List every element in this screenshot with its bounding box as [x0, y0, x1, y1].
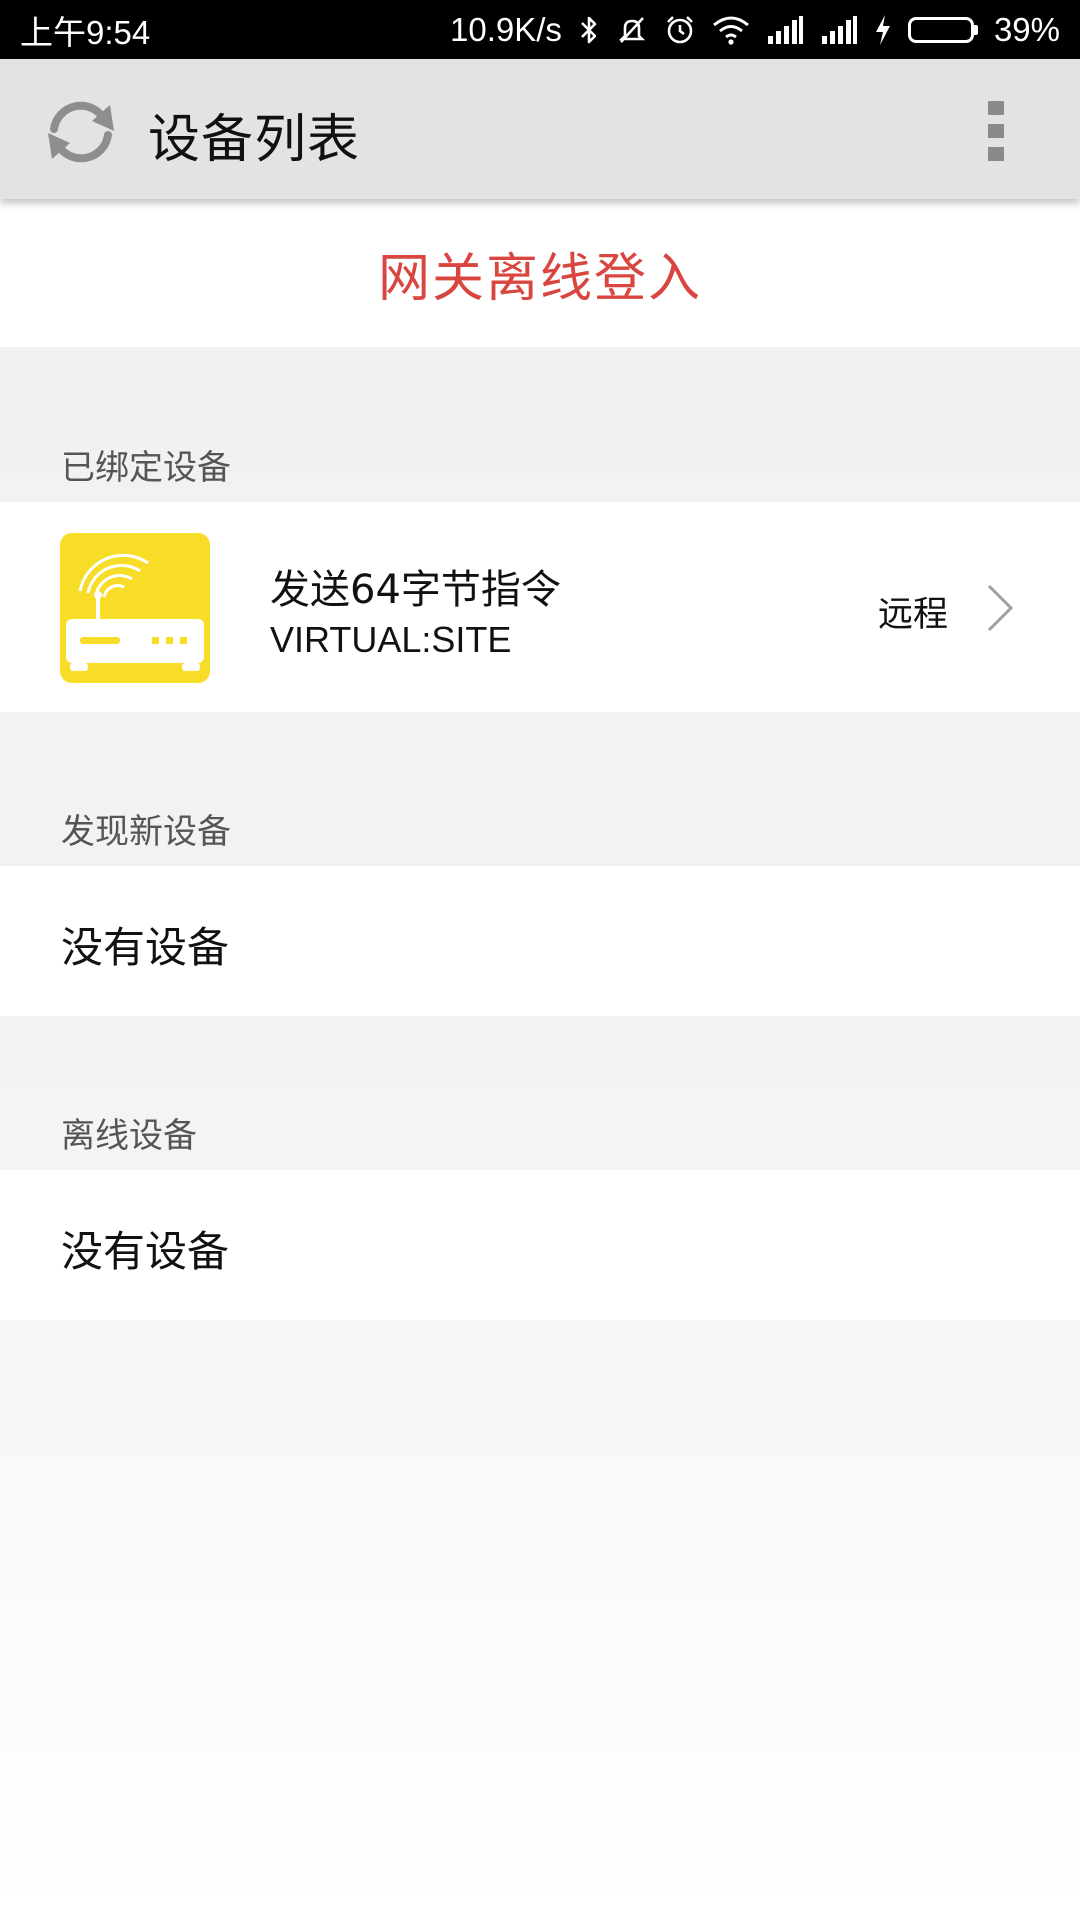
more-vert-icon[interactable]: [988, 101, 1006, 161]
section-header-offline: 离线设备: [61, 1116, 197, 1156]
chevron-right-icon: [985, 582, 1015, 634]
signal-icon: [820, 15, 858, 44]
section-header-bound: 已绑定设备: [61, 448, 231, 488]
empty-state-text: 没有设备: [61, 1227, 230, 1276]
device-mode-label: 远程: [878, 595, 949, 635]
mute-icon: [616, 14, 648, 46]
device-name: 发送64字节指令: [270, 567, 561, 613]
charging-icon: [874, 14, 892, 46]
app-bar: 设备列表: [0, 59, 1080, 199]
refresh-icon[interactable]: [38, 99, 124, 165]
router-icon: [60, 533, 210, 683]
new-devices-list: 没有设备: [0, 866, 1080, 1016]
gateway-offline-login-button[interactable]: 网关离线登入: [0, 199, 1080, 347]
wifi-icon: [712, 15, 750, 45]
bluetooth-icon: [578, 14, 600, 46]
battery-icon: [907, 16, 978, 43]
battery-percent: 39%: [993, 10, 1060, 48]
status-time: 上午9:54: [20, 13, 151, 51]
device-row[interactable]: 发送64字节指令 VIRTUAL:SITE 远程: [0, 502, 1080, 712]
page-title: 设备列表: [148, 110, 361, 170]
section-header-new: 发现新设备: [61, 812, 231, 852]
signal-icon: [766, 15, 804, 44]
offline-devices-list: 没有设备: [0, 1170, 1080, 1320]
empty-state-text: 没有设备: [61, 923, 230, 972]
net-speed: 10.9K/s: [450, 10, 562, 48]
device-id: VIRTUAL:SITE: [270, 619, 512, 660]
status-bar: 上午9:54 10.9K/s 39%: [0, 0, 1080, 59]
alarm-icon: [664, 14, 696, 46]
status-indicators: 10.9K/s 39%: [450, 11, 1060, 49]
